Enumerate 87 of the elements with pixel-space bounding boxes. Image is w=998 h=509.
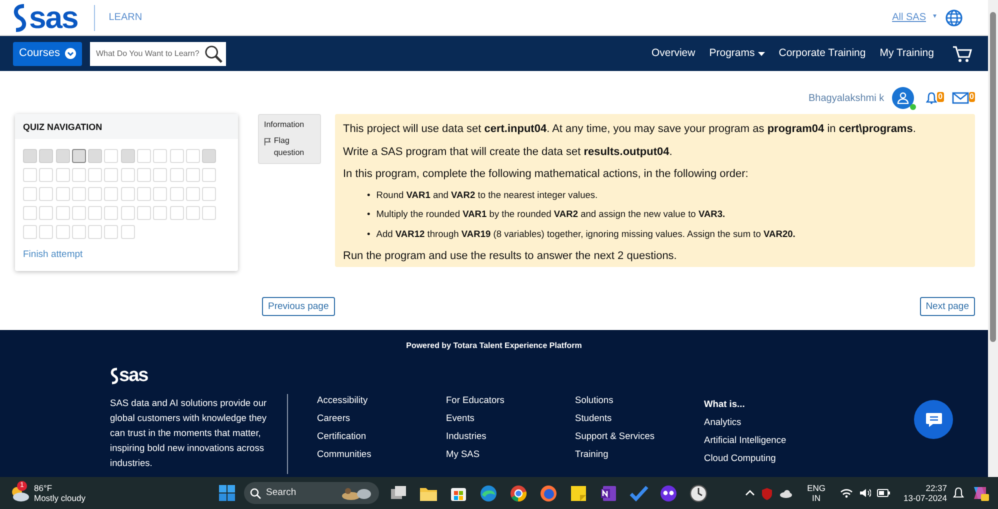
speaker-icon[interactable]	[858, 488, 871, 498]
question-button[interactable]	[39, 148, 54, 162]
chrome-icon[interactable]	[508, 482, 528, 504]
question-text: This project will use data set cert.input04. At any time, you may save your program as program04 in cert\programs.	[343, 122, 917, 137]
user-avatar[interactable]	[892, 87, 914, 109]
footer-link[interactable]: Industries	[446, 430, 575, 442]
footer-link[interactable]: For Educators	[446, 394, 575, 406]
fox-icon[interactable]	[538, 482, 558, 504]
bullet-marker: •	[367, 228, 370, 242]
footer-heading: What is...	[704, 398, 746, 410]
person-icon	[897, 92, 910, 104]
instruction-item: Add VAR12 through VAR19 (8 variables) together, ignoring missing values. Assign the sum to VAR20.	[376, 228, 796, 242]
footer-link[interactable]: My SAS	[446, 448, 575, 460]
next-page-button[interactable]: Next page	[920, 297, 975, 316]
logo-mark-icon	[110, 366, 119, 384]
taskbar-search[interactable]: Search	[244, 482, 379, 504]
notification-count: 0	[937, 92, 944, 102]
chevron-down-icon	[64, 48, 76, 59]
search-icon[interactable]	[204, 44, 223, 64]
scrollbar[interactable]	[988, 0, 998, 477]
browser-wave-icon[interactable]	[478, 482, 498, 504]
mail-icon[interactable]	[952, 92, 969, 104]
question-text: Run the program and use the results to answer the next 2 questions.	[343, 249, 678, 264]
clock-display[interactable]: 22:37 13-07-2024	[904, 483, 947, 503]
cart-icon[interactable]	[952, 44, 972, 62]
footer-link[interactable]: Certification	[317, 430, 446, 442]
cloud-icon[interactable]	[779, 488, 794, 498]
footer-description: SAS data and AI solutions provide our global customers with knowledge they can trust in the moments that matter, inspiring bold new innovations across industries.	[110, 397, 268, 470]
user-name[interactable]: Bhagyalakshmi k	[808, 90, 884, 106]
nav-link[interactable]: My Training	[880, 46, 934, 62]
footer-link[interactable]: Solutions	[575, 394, 704, 406]
footer-link[interactable]: Support & Services	[575, 430, 704, 442]
globe-icon[interactable]	[945, 8, 963, 26]
battery-icon[interactable]	[876, 489, 890, 497]
footer-link[interactable]: Communities	[317, 448, 446, 460]
footer-logo[interactable]: sas	[110, 366, 148, 385]
weather-condition: Mostly cloudy	[34, 493, 86, 503]
courses-button[interactable]: Courses	[13, 42, 82, 66]
previous-page-button[interactable]: Previous page	[262, 297, 335, 316]
landscape-icon	[339, 485, 373, 501]
footer-link[interactable]: Cloud Computing	[704, 452, 833, 464]
bullet-marker: •	[367, 208, 370, 222]
logo-mark-icon	[12, 2, 28, 32]
search-icon	[250, 488, 261, 498]
finish-attempt-link[interactable]: Finish attempt	[23, 248, 83, 262]
wifi-icon[interactable]	[840, 488, 853, 498]
footer-link[interactable]: Analytics	[704, 416, 833, 428]
nav-link[interactable]: Programs	[709, 46, 765, 62]
chat-button[interactable]	[914, 400, 953, 439]
search-bar[interactable]: What Do You Want to Learn?	[90, 42, 226, 66]
chat-icon	[924, 412, 942, 428]
nav-link[interactable]: Overview	[651, 46, 696, 62]
question-button[interactable]	[88, 148, 102, 162]
flag-question-link[interactable]: Flag question	[274, 135, 315, 159]
question-button[interactable]	[23, 148, 37, 162]
language-indicator[interactable]: ENG IN	[807, 483, 826, 503]
shield-icon[interactable]	[761, 486, 774, 500]
footer-link[interactable]: Training	[575, 448, 704, 460]
clock-icon[interactable]	[688, 482, 708, 504]
panel-title: QUIZ NAVIGATION	[15, 114, 238, 138]
footer-link[interactable]: Events	[446, 412, 575, 424]
bullet-marker: •	[367, 188, 370, 202]
footer-link[interactable]: Careers	[317, 412, 446, 424]
question-button[interactable]	[120, 148, 135, 162]
chevron-up-icon[interactable]	[745, 489, 756, 497]
instruction-item: Multiply the rounded VAR1 by the rounded VAR2 and assign the new value to VAR3.	[376, 208, 726, 222]
scrollbar-thumb[interactable]	[990, 12, 996, 342]
footer-link[interactable]: Artificial Intelligence	[704, 434, 833, 446]
powered-by-text: Powered by Totara Talent Experience Platform	[405, 340, 583, 352]
question-button[interactable]	[56, 148, 70, 162]
instruction-item: Round VAR1 and VAR2 to the nearest integer values.	[376, 188, 598, 202]
caret-icon	[758, 51, 765, 56]
footer-link[interactable]: Students	[575, 412, 704, 424]
message-count: 0	[968, 92, 975, 102]
section-label: LEARN	[108, 11, 142, 25]
sas-logo[interactable]: sas	[12, 2, 78, 33]
nav-link[interactable]: Corporate Training	[778, 46, 866, 62]
mask-icon[interactable]	[658, 482, 678, 504]
flag-icon	[264, 137, 271, 146]
windows-icon[interactable]	[218, 484, 236, 502]
question-text: In this program, complete the following mathematical actions, in the following order:	[343, 167, 750, 182]
question-text: Write a SAS program that will create the data set results.output04.	[343, 144, 674, 160]
question-button[interactable]	[202, 148, 216, 162]
question-button[interactable]	[72, 148, 86, 162]
temperature-text: 86°F	[34, 483, 54, 493]
footer-link[interactable]: Accessibility	[317, 394, 446, 406]
info-title: Information	[264, 119, 306, 131]
